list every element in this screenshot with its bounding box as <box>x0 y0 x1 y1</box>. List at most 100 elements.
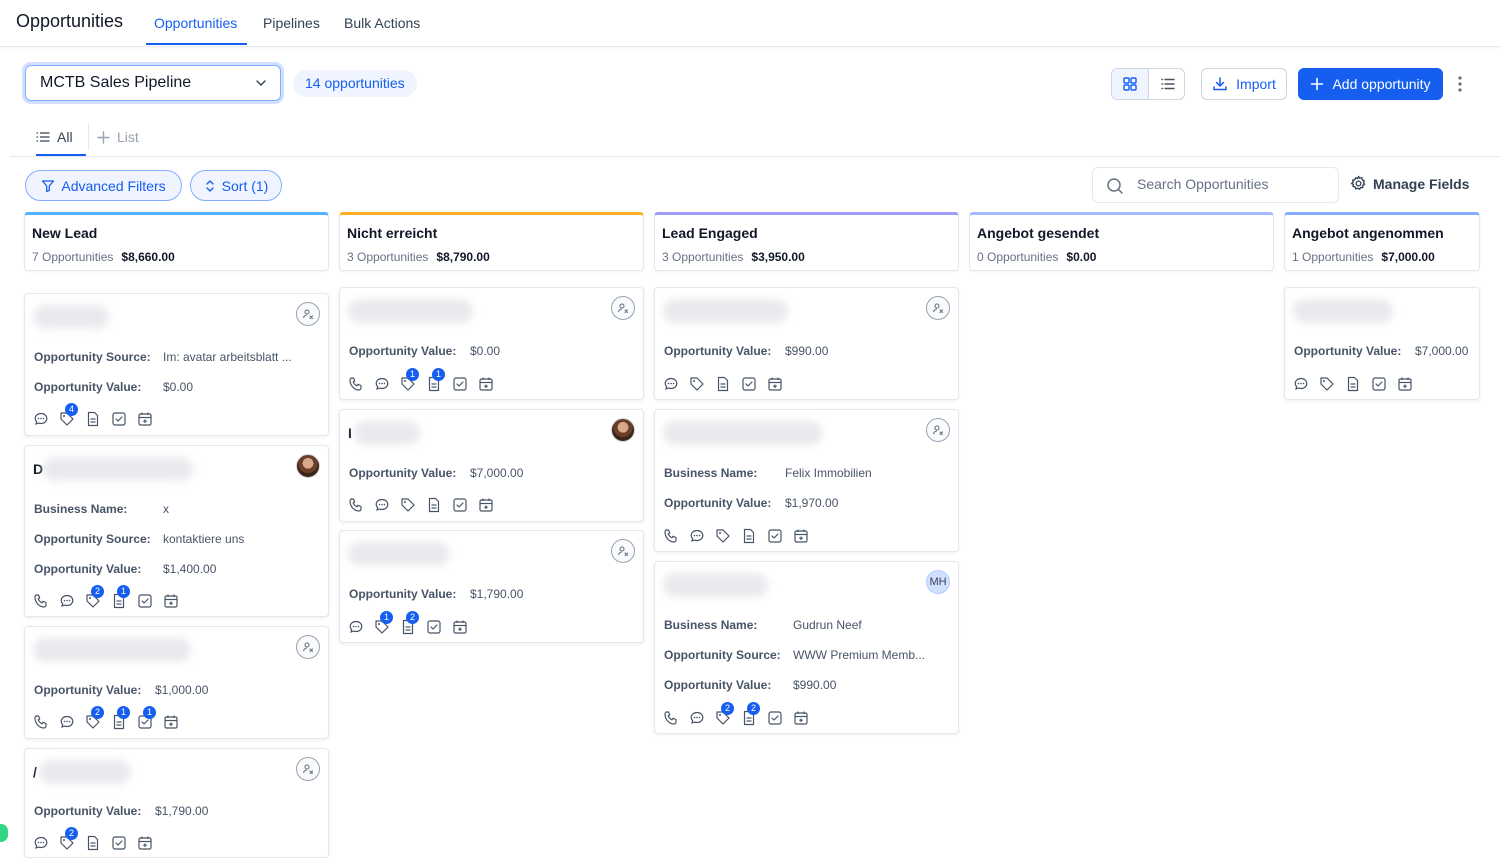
note-icon[interactable] <box>741 528 757 544</box>
tab-pipelines[interactable]: Pipelines <box>263 15 320 31</box>
tag-icon[interactable] <box>689 376 705 392</box>
chat-icon[interactable] <box>33 411 49 427</box>
chat-icon[interactable] <box>33 835 49 851</box>
tab-bulk-actions[interactable]: Bulk Actions <box>344 15 420 31</box>
note-icon[interactable]: 1 <box>111 585 130 609</box>
grid-view-button[interactable] <box>1112 69 1149 99</box>
calendar-icon[interactable] <box>767 376 783 392</box>
opportunity-card[interactable]: Opportunity Value: $0.00 1 1 <box>339 287 644 400</box>
calendar-icon[interactable] <box>478 497 494 513</box>
unassigned-user-icon[interactable] <box>611 539 635 563</box>
chat-icon[interactable] <box>59 714 75 730</box>
opportunity-card[interactable]: Opportunity Value: $7,000.00 <box>1284 287 1480 400</box>
add-opportunity-button[interactable]: Add opportunity <box>1298 68 1443 100</box>
chat-icon[interactable] <box>689 528 705 544</box>
task-icon[interactable] <box>452 497 468 513</box>
tag-icon[interactable]: 2 <box>715 702 734 726</box>
tag-icon[interactable] <box>1319 376 1335 392</box>
calendar-icon[interactable] <box>793 528 809 544</box>
chat-icon[interactable] <box>663 376 679 392</box>
task-icon[interactable] <box>1371 376 1387 392</box>
tag-icon[interactable]: 2 <box>59 827 78 851</box>
tag-icon[interactable]: 2 <box>85 585 104 609</box>
sort-button[interactable]: Sort (1) <box>190 170 282 201</box>
note-icon[interactable] <box>426 497 442 513</box>
opportunity-card[interactable]: Business Name: Felix Immobilien Opportuni… <box>654 409 959 552</box>
tag-icon[interactable]: 2 <box>85 706 104 730</box>
calendar-icon[interactable] <box>1397 376 1413 392</box>
opportunity-card[interactable]: MH Business Name: Gudrun Neef Opportunity… <box>654 561 959 734</box>
task-icon[interactable] <box>137 593 153 609</box>
tag-icon[interactable]: 1 <box>400 368 419 392</box>
opportunity-card[interactable]: / Opportunity Value: $1,790.00 2 <box>24 748 329 858</box>
note-icon[interactable] <box>715 376 731 392</box>
note-icon[interactable]: 2 <box>741 702 760 726</box>
tab-opportunities[interactable]: Opportunities <box>154 15 237 31</box>
phone-icon[interactable] <box>33 714 49 730</box>
add-list-button[interactable]: List <box>97 129 139 145</box>
opportunity-card[interactable]: D Business Name: x Opportunity Source: kon… <box>24 445 329 617</box>
unassigned-user-icon[interactable] <box>926 418 950 442</box>
calendar-icon[interactable] <box>793 710 809 726</box>
unassigned-user-icon[interactable] <box>296 757 320 781</box>
task-icon[interactable] <box>767 528 783 544</box>
smartlist-all-label: All <box>57 129 73 145</box>
calendar-icon[interactable] <box>137 411 153 427</box>
more-options-icon[interactable] <box>1452 74 1468 94</box>
calendar-icon[interactable] <box>163 593 179 609</box>
note-icon[interactable] <box>1345 376 1361 392</box>
tag-icon[interactable]: 4 <box>59 403 78 427</box>
pipeline-select[interactable]: MCTB Sales Pipeline <box>25 65 281 101</box>
phone-icon[interactable] <box>348 497 364 513</box>
advanced-filters-button[interactable]: Advanced Filters <box>25 170 182 201</box>
opportunity-card[interactable]: Opportunity Value: $990.00 <box>654 287 959 400</box>
calendar-icon[interactable] <box>478 376 494 392</box>
note-icon[interactable] <box>85 835 101 851</box>
chat-icon[interactable] <box>348 619 364 635</box>
calendar-icon[interactable] <box>137 835 153 851</box>
task-icon[interactable] <box>426 619 442 635</box>
calendar-icon[interactable] <box>452 619 468 635</box>
task-icon[interactable] <box>452 376 468 392</box>
calendar-icon[interactable] <box>163 714 179 730</box>
note-icon[interactable]: 1 <box>426 368 445 392</box>
tag-icon[interactable]: 1 <box>374 611 393 635</box>
note-icon[interactable]: 2 <box>400 611 419 635</box>
opportunity-card[interactable]: I Opportunity Value: $7,000.00 <box>339 409 644 522</box>
unassigned-user-icon[interactable] <box>296 302 320 326</box>
opportunity-card[interactable]: Opportunity Value: $1,790.00 1 2 <box>339 530 644 643</box>
note-icon[interactable]: 1 <box>111 706 130 730</box>
unassigned-user-icon[interactable] <box>611 296 635 320</box>
list-view-button[interactable] <box>1149 69 1184 99</box>
chat-icon[interactable] <box>374 376 390 392</box>
owner-avatar[interactable] <box>611 418 635 442</box>
chat-icon[interactable] <box>59 593 75 609</box>
phone-icon[interactable] <box>663 710 679 726</box>
task-icon[interactable] <box>767 710 783 726</box>
smartlist-all-tab[interactable]: All <box>36 129 73 145</box>
gear-icon <box>1350 175 1366 191</box>
task-icon[interactable] <box>741 376 757 392</box>
task-icon[interactable] <box>111 835 127 851</box>
note-icon[interactable] <box>85 411 101 427</box>
tag-icon[interactable] <box>400 497 416 513</box>
owner-avatar[interactable] <box>296 454 320 478</box>
manage-fields-button[interactable]: Manage Fields <box>1350 175 1469 192</box>
opportunity-card[interactable]: Opportunity Value: $1,000.00 2 1 1 <box>24 626 329 739</box>
card-actions: 2 1 1 <box>33 706 179 730</box>
owner-avatar[interactable]: MH <box>926 570 950 594</box>
chat-icon[interactable] <box>374 497 390 513</box>
phone-icon[interactable] <box>663 528 679 544</box>
chat-icon[interactable] <box>689 710 705 726</box>
tag-icon[interactable] <box>715 528 731 544</box>
phone-icon[interactable] <box>348 376 364 392</box>
task-icon[interactable] <box>111 411 127 427</box>
unassigned-user-icon[interactable] <box>296 635 320 659</box>
opportunity-card[interactable]: Opportunity Source: Im: avatar arbeitsbla… <box>24 293 329 436</box>
phone-icon[interactable] <box>33 593 49 609</box>
chat-icon[interactable] <box>1293 376 1309 392</box>
task-icon[interactable]: 1 <box>137 706 156 730</box>
search-input[interactable] <box>1137 176 1327 192</box>
unassigned-user-icon[interactable] <box>926 296 950 320</box>
import-button[interactable]: Import <box>1201 68 1287 100</box>
